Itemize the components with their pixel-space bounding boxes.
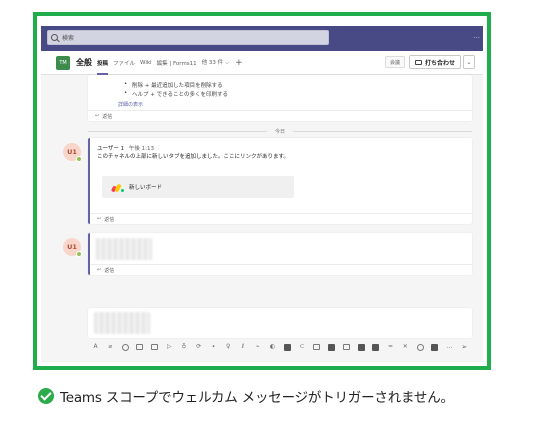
onenote-icon[interactable] — [313, 344, 321, 350]
date-divider: 今日 — [88, 127, 473, 135]
reply-button[interactable]: ↩ 返信 — [90, 213, 472, 224]
tab-forms[interactable]: 編集 | Forms11 — [157, 59, 197, 67]
meet-now-button[interactable]: 打ち合わせ — [408, 55, 461, 69]
tab-more[interactable]: 他 33 件 ⌵ — [202, 58, 229, 67]
monday-board-icon — [110, 183, 124, 193]
meet-now-label: 打ち合わせ — [424, 59, 455, 67]
video-icon[interactable] — [431, 343, 439, 351]
more-icon[interactable]: … — [473, 32, 480, 40]
gif-icon[interactable] — [136, 344, 144, 350]
meeting-info-button[interactable]: 会議 — [384, 56, 405, 68]
reply-icon: ↩ — [95, 113, 100, 119]
updates-icon[interactable]: ⊂ — [299, 344, 306, 351]
reply-label: 返信 — [102, 113, 113, 120]
compose-toolbar: A ⌀ ▷ ♁ ⟳ ∙ ♀ ℓ ⌁ ◐ ⊂ ━ ✕ … ➢ — [88, 338, 472, 356]
more-icon[interactable]: … — [446, 344, 453, 351]
excel-icon[interactable] — [357, 343, 365, 351]
avatar-initials: U1 — [67, 148, 77, 156]
whiteboard-icon[interactable] — [416, 343, 424, 351]
reply-label: 返信 — [104, 267, 115, 274]
wiki-icon[interactable] — [342, 344, 350, 350]
attach-icon[interactable]: ⌀ — [107, 344, 114, 351]
search-placeholder: 検索 — [62, 35, 75, 42]
show-more-link[interactable]: 詳細の表示 — [118, 101, 143, 108]
meet-icon[interactable]: ▷ — [166, 344, 173, 351]
reply-icon: ↩ — [97, 216, 102, 222]
blurred-content — [96, 238, 152, 260]
presence-available-icon — [76, 156, 82, 162]
board-icon[interactable]: ⌁ — [254, 344, 261, 351]
reply-icon: ↩ — [97, 267, 102, 273]
channel-name: 全般 — [76, 58, 92, 67]
channel-header: TM 全般 投稿 ファイル Wiki 編集 | Forms11 他 33 件 ⌵… — [41, 51, 483, 75]
reply-label: 返信 — [104, 216, 115, 223]
check-icon — [38, 388, 54, 404]
camera-icon — [414, 59, 422, 65]
close-app-icon[interactable]: ✕ — [402, 344, 409, 351]
praise-icon[interactable]: ♁ — [181, 344, 188, 351]
divider-icon[interactable]: ━ — [387, 344, 394, 351]
avatar[interactable]: U1 — [63, 238, 82, 257]
tab-link-card[interactable]: 新しいボード — [102, 176, 294, 198]
caption: Teams スコープでウェルカム メッセージがトリガーされません。 — [38, 386, 454, 406]
help-bullet-help: ヘルプ + できることの多くを印刷する — [124, 90, 228, 98]
loop-icon[interactable]: ⟳ — [195, 344, 202, 351]
reply-button[interactable]: ↩ 返信 — [88, 110, 472, 121]
search-input[interactable]: 検索 — [47, 30, 329, 45]
sticker-icon[interactable] — [151, 344, 158, 350]
tab-link-label: 新しいボード — [129, 185, 163, 191]
teams-window: 検索 … TM 全般 投稿 ファイル Wiki 編集 | Forms11 他 3… — [41, 26, 483, 362]
planner-icon[interactable] — [328, 343, 335, 351]
reply-button[interactable]: ↩ 返信 — [90, 264, 472, 275]
emoji-icon[interactable] — [121, 343, 129, 351]
previous-message-card: 削除 + 最近追加した項目を削除する ヘルプ + できることの多くを印刷する 詳… — [88, 75, 472, 121]
avatar-initials: U1 — [67, 243, 77, 251]
bot-message-card: ユーザー 1 午後 1:13 このチャネルの上部に新しいタブを追加しました。ここ… — [88, 138, 472, 224]
search-icon — [51, 34, 58, 41]
stream-icon[interactable] — [283, 343, 291, 351]
tab-wiki[interactable]: Wiki — [140, 60, 152, 66]
screenshot-frame: 検索 … TM 全般 投稿 ファイル Wiki 編集 | Forms11 他 3… — [33, 12, 491, 370]
meet-dropdown-button[interactable]: ⌄ — [463, 55, 475, 69]
avatar[interactable]: U1 — [63, 143, 82, 162]
table-icon[interactable] — [372, 343, 380, 351]
compose-box[interactable] — [88, 308, 472, 338]
format-icon[interactable]: A — [92, 344, 99, 351]
presence-available-icon — [76, 251, 82, 257]
help-bullet-delete: 削除 + 最近追加した項目を削除する — [124, 81, 223, 89]
approvals-icon[interactable]: ♀ — [225, 344, 232, 351]
add-tab-icon[interactable]: + — [235, 58, 243, 68]
team-avatar: TM — [56, 55, 70, 70]
send-icon[interactable]: ➢ — [461, 343, 468, 351]
caption-text: Teams スコープでウェルカム メッセージがトリガーされません。 — [60, 390, 454, 406]
forms-icon[interactable]: ℓ — [240, 344, 247, 351]
title-bar: 検索 … — [41, 26, 483, 51]
blurred-draft — [94, 312, 150, 334]
tab-posts[interactable]: 投稿 — [97, 59, 109, 75]
date-divider-label: 今日 — [275, 128, 286, 135]
message-text: このチャネルの上部に新しいタブを追加しました。ここにリンクがあります。 — [97, 154, 289, 160]
record-icon[interactable]: ◐ — [269, 344, 276, 351]
message-meta: ユーザー 1 午後 1:13 — [97, 144, 154, 152]
tab-files[interactable]: ファイル — [113, 59, 135, 67]
blurred-message-card: ↩ 返信 — [88, 233, 472, 275]
header-actions: 会議 打ち合わせ ⌄ — [384, 55, 475, 69]
location-icon[interactable]: ∙ — [210, 344, 217, 351]
